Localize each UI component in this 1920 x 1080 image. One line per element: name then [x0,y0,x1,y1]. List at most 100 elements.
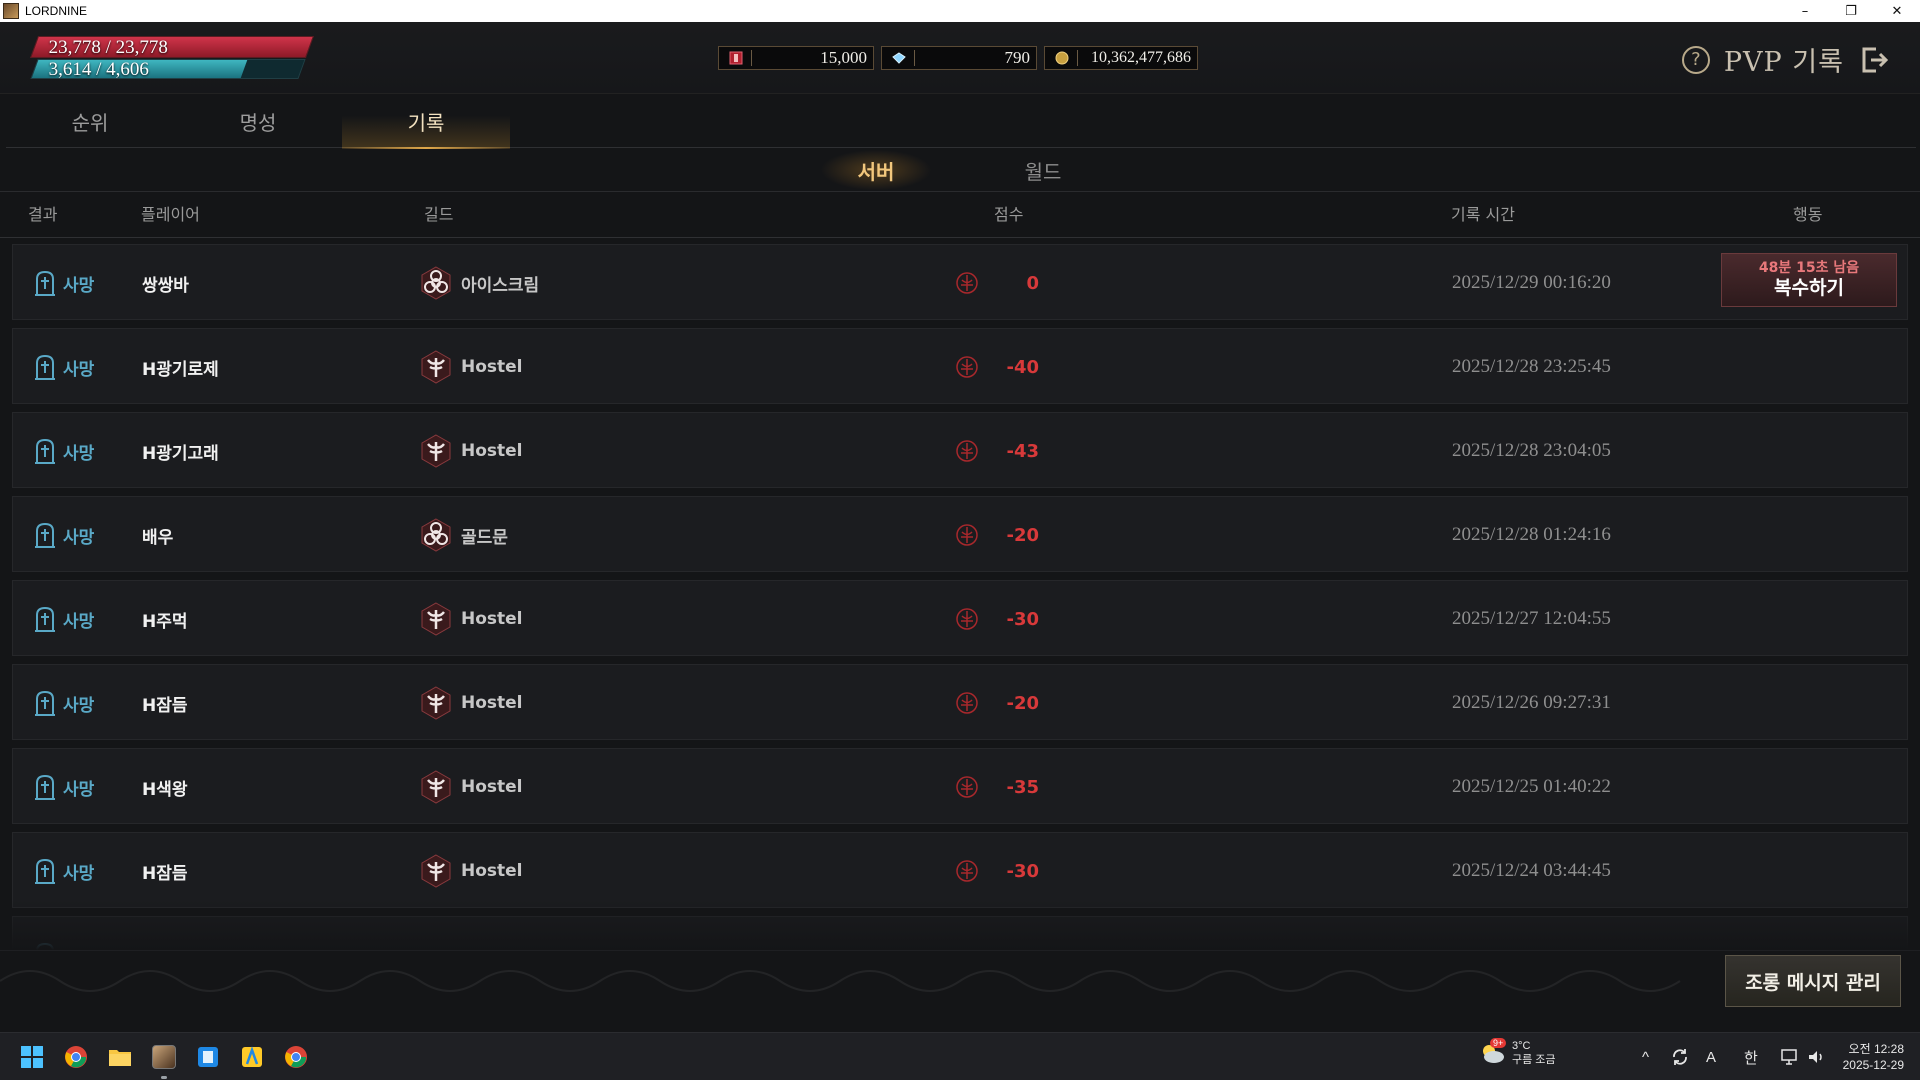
diamond-count: 790 [1004,48,1031,67]
exit-icon[interactable] [1858,44,1890,76]
app-yellow-icon[interactable] [240,1045,264,1069]
player-name[interactable]: H색왕 [142,775,188,800]
subtab-world[interactable]: 월드 [983,148,1103,192]
page-title: PVP 기록 [1723,47,1844,78]
guild-name[interactable]: Hostel [461,693,523,713]
app-blue-icon[interactable] [196,1045,220,1069]
table-row[interactable]: 사망 쌍쌍바 아이스크림 0 2025/12/29 00:16:20 48분 1… [12,244,1908,320]
guild-cell: Hostel [419,413,523,489]
weather-cloud-icon: 9+ [1480,1038,1507,1064]
chrome-icon[interactable] [64,1045,88,1069]
currency-gold[interactable]: 10,362,477,686 [1044,46,1198,70]
guild-name[interactable]: Hostel [461,441,523,461]
weather-widget[interactable]: 9+ 3°C 구름 조금 [1480,1038,1556,1067]
player-name[interactable]: 배우 [142,523,173,548]
file-explorer-icon[interactable] [108,1045,132,1069]
guild-name[interactable]: Hostel [461,861,523,881]
guild-cell: Hostel [419,665,523,741]
score-value: -20 [1006,524,1039,546]
taskbar-clock[interactable]: 오전 12:28 2025-12-29 [1843,1041,1904,1073]
close-button[interactable]: ✕ [1874,0,1920,22]
score-emblem-icon [956,860,978,882]
ticket-count: 15,000 [820,48,867,67]
table-row[interactable]: 사망 H광기고래 Hostel -43 2025/12/28 23:04:05 [12,412,1908,488]
player-name[interactable]: H잠듬 [142,691,188,716]
player-name[interactable]: 쌍쌍바 [142,271,189,296]
windows-start-icon[interactable] [20,1045,44,1069]
mp-bar: 3,614 / 4,606 [30,59,306,79]
winged-emblem-icon [421,854,451,888]
minimize-button[interactable]: – [1782,0,1828,22]
player-name[interactable]: H광기고래 [142,439,219,464]
guild-name[interactable]: Hostel [461,357,523,377]
result-cell: 사망 [33,833,94,909]
guild-cell: 아이스크림 [419,245,539,321]
list-fade [0,900,1920,950]
winged-emblem-icon [421,434,451,468]
help-icon[interactable]: ? [1681,45,1710,74]
score-cell: -30 [955,581,1039,657]
table-row[interactable]: 사망 H광기로제 Hostel -40 2025/12/28 23:25:45 [12,328,1908,404]
guild-name[interactable]: Hostel [461,609,523,629]
lordnine-game-icon[interactable] [152,1045,176,1069]
sync-icon[interactable] [1670,1047,1690,1067]
table-row[interactable]: 사망 H주먹 Hostel -30 2025/12/27 12:04:55 [12,580,1908,656]
tombstone-icon [35,354,55,380]
chrome-icon[interactable] [284,1045,308,1069]
result-cell: 사망 [33,413,94,489]
table-header: 결과 플레이어 길드 점수 기록 시간 행동 [0,192,1920,238]
weather-desc: 구름 조금 [1512,1054,1556,1066]
table-row[interactable]: 사망 H잠듬 Hostel -30 2025/12/24 03:44:45 [12,832,1908,908]
record-time: 2025/12/28 23:25:45 [1452,356,1611,377]
score-emblem-icon [956,692,978,714]
restore-button[interactable]: ❐ [1828,0,1874,22]
player-name[interactable]: H잠듬 [142,859,188,884]
revenge-remaining: 48분 15초 남음 [1758,260,1860,276]
result-cell: 사망 [33,749,94,825]
taunt-message-button[interactable]: 조롱 메시지 관리 [1725,955,1901,1007]
diamond-icon [892,52,906,64]
score-cell: -35 [955,749,1039,825]
revenge-label: 복수하기 [1774,277,1844,299]
network-icon[interactable] [1780,1047,1800,1067]
ime-han-indicator[interactable]: 한 [1744,1033,1758,1080]
volume-icon[interactable] [1806,1047,1826,1067]
winged-emblem-icon [421,602,451,636]
tab-ranking[interactable]: 순위 [6,94,174,148]
currency-ticket[interactable]: 15,000 [718,46,874,70]
guild-name[interactable]: Hostel [461,777,523,797]
result-cell: 사망 [33,665,94,741]
footer-bar: 조롱 메시지 관리 [0,950,1920,1030]
score-cell: -43 [955,413,1039,489]
revenge-button[interactable]: 48분 15초 남음 복수하기 [1721,253,1897,307]
result-text: 사망 [63,611,95,632]
result-text: 사망 [63,779,95,800]
weather-temp: 3°C [1512,1040,1531,1052]
guild-name[interactable]: 아이스크림 [461,271,539,296]
score-value: -43 [1006,440,1039,462]
table-row[interactable]: 사망 H잠듬 Hostel -20 2025/12/26 09:27:31 [12,664,1908,740]
tab-reputation[interactable]: 명성 [174,94,342,148]
table-row[interactable]: 사망 H색왕 Hostel -35 2025/12/25 01:40:22 [12,748,1908,824]
result-cell: 사망 [33,245,94,321]
record-time: 2025/12/25 01:40:22 [1452,776,1611,797]
guild-name[interactable]: 골드문 [461,523,508,548]
subtab-server[interactable]: 서버 [816,148,936,192]
hp-text: 23,778 / 23,778 [48,37,168,58]
result-text: 사망 [63,695,95,716]
header-result: 결과 [28,205,58,224]
player-name[interactable]: H광기로제 [142,355,219,380]
player-name[interactable]: H주먹 [142,607,188,632]
score-value: -30 [1006,860,1039,882]
currency-diamond[interactable]: 790 [881,46,1037,70]
ime-a-indicator[interactable]: A [1706,1033,1716,1080]
tray-chevron-icon[interactable]: ^ [1642,1033,1649,1080]
window-title: LORDNINE [25,4,88,18]
header-guild: 길드 [424,205,454,224]
score-value: -30 [1006,608,1039,630]
guild-cell: Hostel [419,329,523,405]
table-row[interactable]: 사망 배우 골드문 -20 2025/12/28 01:24:16 [12,496,1908,572]
record-time: 2025/12/27 12:04:55 [1452,608,1611,629]
result-text: 사망 [63,863,95,884]
tab-records[interactable]: 기록 [342,94,510,149]
